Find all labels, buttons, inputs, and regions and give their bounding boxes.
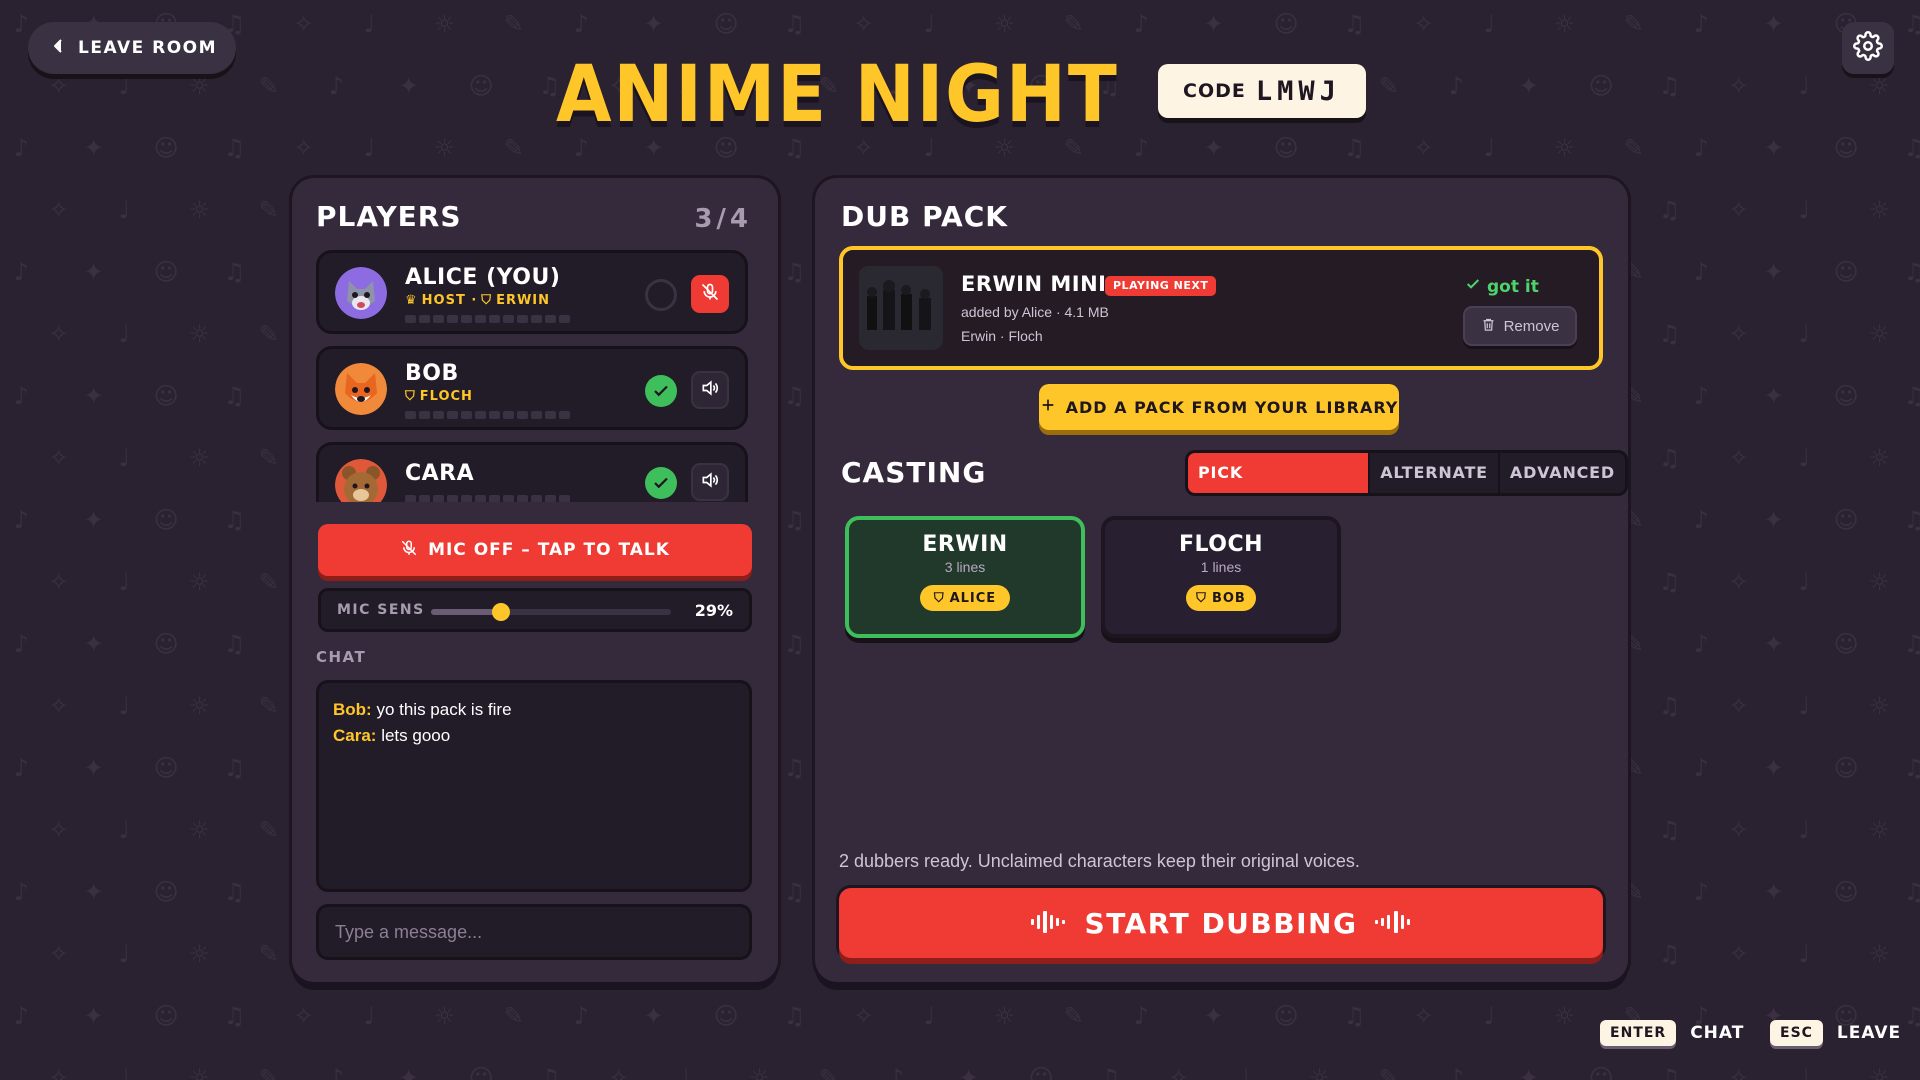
casting-heading: CASTING bbox=[841, 456, 987, 489]
volume-button[interactable] bbox=[691, 371, 729, 409]
character-name: ERWIN bbox=[922, 532, 1008, 557]
avatar-cat bbox=[335, 267, 387, 319]
character-card-erwin[interactable]: ERWIN 3 lines ⛉ ALICE bbox=[845, 516, 1085, 638]
start-dubbing-button[interactable]: START DUBBING bbox=[839, 888, 1603, 958]
pack-characters: Erwin · Floch bbox=[961, 328, 1043, 344]
gear-icon bbox=[1853, 31, 1883, 65]
mic-toggle-button[interactable]: MIC OFF – TAP TO TALK bbox=[318, 524, 752, 576]
mute-toggle-button[interactable] bbox=[691, 275, 729, 313]
player-role: ♛ HOST · ⛉ ERWIN bbox=[405, 293, 551, 308]
player-row-alice: ALICE (YOU) ♛ HOST · ⛉ ERWIN bbox=[316, 250, 748, 334]
avatar-fox bbox=[335, 363, 387, 415]
volume-button[interactable] bbox=[691, 463, 729, 501]
hint-leave: ESC LEAVE bbox=[1770, 1020, 1901, 1046]
add-pack-button[interactable]: ADD A PACK FROM YOUR LIBRARY bbox=[1039, 384, 1399, 430]
ready-status-pending bbox=[645, 279, 677, 311]
playing-next-badge: PLAYING NEXT bbox=[1105, 276, 1217, 296]
pack-card[interactable]: ERWIN MINI PLAYING NEXT added by Alice ·… bbox=[839, 246, 1603, 370]
mic-sens-fill bbox=[431, 609, 501, 615]
chat-message: Cara: lets gooo bbox=[333, 726, 451, 745]
waveform-icon bbox=[1030, 907, 1067, 940]
dub-pack-panel: DUB PACK ERWIN MINI PLAYING NEXT added b… bbox=[815, 178, 1628, 982]
player-row-cara: CARA bbox=[316, 442, 748, 502]
waveform-icon bbox=[1375, 907, 1411, 940]
mic-off-icon bbox=[400, 539, 418, 562]
player-row-bob: BOB ⛉ FLOCH bbox=[316, 346, 748, 430]
players-heading: PLAYERS bbox=[316, 200, 462, 233]
mic-sensitivity-control: MIC SENS 29% bbox=[318, 588, 752, 632]
chat-log: Bob: yo this pack is fire Cara: lets goo… bbox=[316, 680, 752, 892]
player-role: ⛉ FLOCH bbox=[405, 389, 473, 404]
ready-check-icon bbox=[645, 375, 677, 407]
speaker-icon bbox=[700, 470, 720, 494]
dub-pack-heading: DUB PACK bbox=[841, 200, 1008, 233]
ready-check-icon bbox=[645, 467, 677, 499]
assignee-chip: ⛉ ALICE bbox=[919, 585, 1011, 611]
keycap-enter: ENTER bbox=[1600, 1020, 1677, 1046]
hint-label: LEAVE bbox=[1836, 1023, 1902, 1043]
chevron-left-icon bbox=[52, 38, 64, 59]
character-lines: 3 lines bbox=[944, 559, 986, 575]
voice-level-meter bbox=[405, 495, 570, 502]
hint-label: CHAT bbox=[1690, 1023, 1745, 1043]
casting-tabs: PICK CHARACTERS ALTERNATE ADVANCED bbox=[1185, 450, 1628, 496]
chat-input[interactable] bbox=[316, 904, 752, 960]
pack-thumbnail bbox=[859, 266, 943, 350]
player-name: BOB bbox=[405, 361, 459, 386]
character-lines: 1 lines bbox=[1200, 559, 1242, 575]
pack-name: ERWIN MINI bbox=[961, 272, 1107, 296]
leave-room-label: LEAVE ROOM bbox=[78, 38, 218, 58]
speaker-icon bbox=[700, 378, 720, 402]
avatar-bear bbox=[335, 459, 387, 502]
character-name: FLOCH bbox=[1178, 532, 1264, 557]
mic-toggle-label: MIC OFF – TAP TO TALK bbox=[428, 540, 670, 560]
room-code-badge: CODE LMWJ bbox=[1158, 64, 1366, 118]
remove-pack-button[interactable]: Remove bbox=[1463, 306, 1577, 346]
player-character: ERWIN bbox=[496, 293, 551, 308]
mic-sens-knob[interactable] bbox=[491, 603, 510, 621]
player-character: FLOCH bbox=[419, 389, 473, 404]
mic-sens-slider[interactable] bbox=[431, 603, 671, 621]
keycap-esc: ESC bbox=[1770, 1020, 1823, 1046]
mask-icon: ⛉ bbox=[481, 293, 493, 308]
room-title: ANIME NIGHT bbox=[556, 50, 1119, 140]
mic-off-icon bbox=[700, 282, 720, 306]
settings-button[interactable] bbox=[1842, 22, 1894, 74]
mic-sens-value: 29% bbox=[694, 601, 733, 620]
players-panel: PLAYERS 3/4 ALICE (YOU) ♛ HOST · ⛉ ERWIN bbox=[292, 178, 778, 982]
mask-icon: ⛉ bbox=[933, 590, 945, 606]
player-name: ALICE (YOU) bbox=[405, 265, 561, 290]
check-icon bbox=[1465, 276, 1481, 297]
plus-icon bbox=[1040, 397, 1056, 417]
download-status: got it bbox=[1465, 276, 1539, 297]
mask-icon: ⛉ bbox=[405, 389, 416, 404]
pack-meta: added by Alice · 4.1 MB bbox=[961, 304, 1109, 320]
player-count: 3/4 bbox=[694, 204, 752, 234]
mic-sens-label: MIC SENS bbox=[337, 602, 425, 618]
voice-level-meter bbox=[405, 315, 570, 323]
crown-icon: ♛ bbox=[405, 293, 418, 308]
room-code-label: CODE bbox=[1183, 80, 1246, 102]
voice-level-meter bbox=[405, 411, 570, 419]
hint-chat: ENTER CHAT bbox=[1600, 1020, 1744, 1046]
chat-label: CHAT bbox=[316, 648, 367, 666]
ready-status-text: 2 dubbers ready. Unclaimed characters ke… bbox=[839, 851, 1360, 871]
tab-alternate[interactable]: ALTERNATE bbox=[1368, 453, 1498, 493]
tab-pick-characters[interactable]: PICK CHARACTERS bbox=[1188, 453, 1369, 493]
player-name: CARA bbox=[405, 461, 475, 486]
mask-icon: ⛉ bbox=[1196, 590, 1207, 606]
room-code-value: LMWJ bbox=[1255, 75, 1341, 107]
character-card-floch[interactable]: FLOCH 1 lines ⛉ BOB bbox=[1101, 516, 1341, 638]
leave-room-button[interactable]: LEAVE ROOM bbox=[28, 22, 236, 74]
chat-message: Bob: yo this pack is fire bbox=[333, 700, 512, 719]
assignee-chip: ⛉ BOB bbox=[1186, 585, 1256, 611]
trash-icon bbox=[1481, 317, 1496, 336]
tab-advanced[interactable]: ADVANCED bbox=[1497, 453, 1625, 493]
